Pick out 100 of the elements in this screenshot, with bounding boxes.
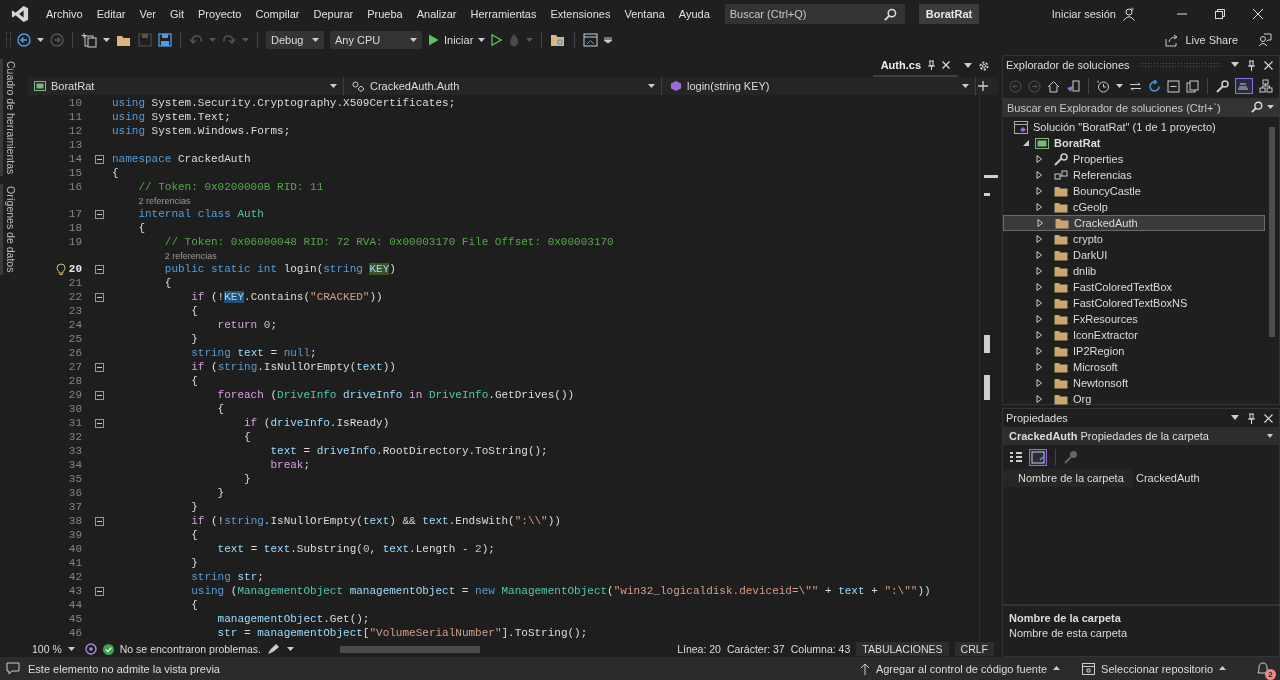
menu-item[interactable]: Prueba — [360, 5, 410, 23]
property-value[interactable]: CrackedAuth — [1133, 472, 1200, 484]
reference-count[interactable]: 2 referencias — [138, 195, 191, 206]
tree-item[interactable]: Org — [1003, 391, 1265, 407]
indentation-button[interactable]: TABULACIONES — [856, 642, 949, 656]
pin-icon[interactable] — [1247, 59, 1256, 71]
copilot-icon[interactable] — [84, 643, 97, 655]
tree-item[interactable]: FxResources — [1003, 311, 1265, 327]
search-field[interactable]: Buscar en Explorador de soluciones (Ctrl+`) — [1003, 98, 1279, 117]
caret-icon[interactable] — [287, 646, 295, 652]
project-item[interactable]: BoratRat — [1054, 137, 1101, 149]
expand-arrow-icon[interactable] — [1035, 347, 1043, 355]
collapse-icon[interactable] — [94, 516, 104, 526]
start-button[interactable]: Iniciar — [428, 34, 486, 46]
feedback-icon[interactable] — [1258, 33, 1272, 47]
tab-list-icon[interactable] — [964, 63, 972, 69]
tree-item[interactable]: Microsoft — [1003, 359, 1265, 375]
menu-item[interactable]: Editar — [89, 5, 133, 23]
bell-icon[interactable] — [1256, 661, 1270, 676]
folder-search-icon[interactable] — [550, 33, 567, 47]
split-icon[interactable] — [978, 81, 988, 91]
configuration-dropdown[interactable]: Debug — [266, 31, 324, 49]
brush-icon[interactable] — [267, 643, 282, 655]
lightbulb-icon[interactable] — [55, 263, 66, 275]
folder-icon[interactable] — [116, 33, 132, 47]
caret-icon[interactable] — [37, 37, 44, 43]
line-ending-button[interactable]: CRLF — [954, 642, 994, 656]
dropdown-icon[interactable] — [1231, 415, 1239, 421]
play-outline-icon[interactable] — [491, 34, 503, 46]
key-icon[interactable] — [1064, 450, 1078, 464]
search-icon[interactable] — [883, 8, 897, 21]
tree-item[interactable]: DarkUI — [1003, 247, 1265, 263]
menu-item[interactable]: Analizar — [409, 5, 464, 23]
collapse-icon[interactable] — [94, 264, 104, 274]
menu-item[interactable]: Proyecto — [191, 5, 249, 23]
tree-item[interactable]: Referencias — [1003, 167, 1265, 183]
tree-item[interactable]: FastColoredTextBox — [1003, 279, 1265, 295]
problems-status[interactable]: No se encontraron problemas. — [119, 643, 262, 655]
alphabetical-icon[interactable] — [1029, 448, 1047, 466]
caret-icon[interactable] — [1267, 105, 1274, 110]
reference-count[interactable]: 2 referencias — [164, 250, 217, 261]
close-icon[interactable] — [942, 61, 950, 69]
source-control-button[interactable]: Agregar al control de código fuente — [859, 662, 1061, 675]
expand-arrow-icon[interactable] — [1035, 235, 1043, 243]
sign-in-button[interactable]: Iniciar sesión — [1051, 8, 1116, 20]
expand-arrow-icon[interactable] — [1036, 219, 1044, 227]
tree-item[interactable]: dnlib — [1003, 263, 1265, 279]
tree-item[interactable]: CrackedAuth — [1003, 215, 1265, 231]
wrench-icon[interactable] — [1216, 79, 1229, 93]
close-icon[interactable] — [1264, 60, 1273, 70]
collapse-icon[interactable] — [94, 390, 104, 400]
tree-item[interactable]: IconExtractor — [1003, 327, 1265, 343]
side-tab[interactable]: Orígenes de datos — [0, 184, 20, 275]
menu-item[interactable]: Depurar — [306, 5, 361, 23]
window-icon[interactable] — [583, 33, 599, 47]
expand-arrow-icon[interactable] — [1035, 283, 1043, 291]
tree-item[interactable]: Newtonsoft — [1003, 375, 1265, 391]
object-dropdown[interactable]: CrackedAuth Propiedades de la carpeta — [1003, 427, 1279, 445]
live-share-button[interactable]: Live Share — [1165, 33, 1238, 47]
restore-icon[interactable] — [1214, 8, 1226, 20]
collapse-icon[interactable] — [94, 292, 104, 302]
refresh-icon[interactable] — [1148, 79, 1161, 93]
menu-item[interactable]: Ver — [132, 5, 163, 23]
categorized-icon[interactable] — [1009, 450, 1023, 464]
pin-icon[interactable] — [1247, 412, 1256, 424]
tree-item[interactable]: FastColoredTextBoxNS — [1003, 295, 1265, 311]
switch-views-icon[interactable] — [1066, 79, 1080, 93]
zoom-dropdown[interactable]: 100 % — [28, 643, 79, 655]
menu-item[interactable]: Compilar — [248, 5, 307, 23]
collapse-icon[interactable] — [94, 586, 104, 596]
preview-icon[interactable] — [1235, 78, 1253, 94]
tree-item[interactable]: crypto — [1003, 231, 1265, 247]
platform-dropdown[interactable]: Any CPU — [330, 31, 422, 49]
class-diagram-icon[interactable] — [1259, 79, 1273, 93]
expand-arrow-icon[interactable] — [1035, 203, 1043, 211]
expand-arrow-icon[interactable] — [1035, 155, 1043, 163]
expand-arrow-icon[interactable] — [1035, 363, 1043, 371]
sync-icon[interactable] — [1129, 80, 1142, 92]
collapse-icon[interactable] — [94, 362, 104, 372]
pin-icon[interactable] — [927, 60, 936, 70]
side-tab[interactable]: Cuadro de herramientas — [0, 59, 20, 177]
close-icon[interactable] — [1252, 8, 1264, 20]
collapse-icon[interactable] — [94, 418, 104, 428]
menu-item[interactable]: Git — [162, 5, 191, 23]
repository-button[interactable]: Seleccionar repositorio — [1082, 662, 1226, 675]
back-icon[interactable] — [17, 33, 31, 47]
expand-arrow-icon[interactable] — [1035, 251, 1043, 259]
copy-icon[interactable] — [1186, 79, 1199, 93]
scrollbar[interactable] — [979, 95, 998, 641]
home-icon[interactable] — [1047, 79, 1060, 93]
collapse-icon[interactable] — [94, 209, 104, 219]
expand-arrow-icon[interactable] — [1035, 379, 1043, 387]
expand-arrow-icon[interactable] — [1035, 331, 1043, 339]
menu-item[interactable]: Extensiones — [543, 5, 618, 23]
menu-item[interactable]: Archivo — [39, 5, 90, 23]
dropdown-icon[interactable] — [1231, 62, 1239, 68]
settings-icon[interactable] — [978, 60, 990, 72]
comment-icon[interactable] — [6, 662, 20, 675]
expand-arrow-icon[interactable] — [1022, 139, 1030, 147]
overflow-icon[interactable] — [604, 36, 613, 44]
